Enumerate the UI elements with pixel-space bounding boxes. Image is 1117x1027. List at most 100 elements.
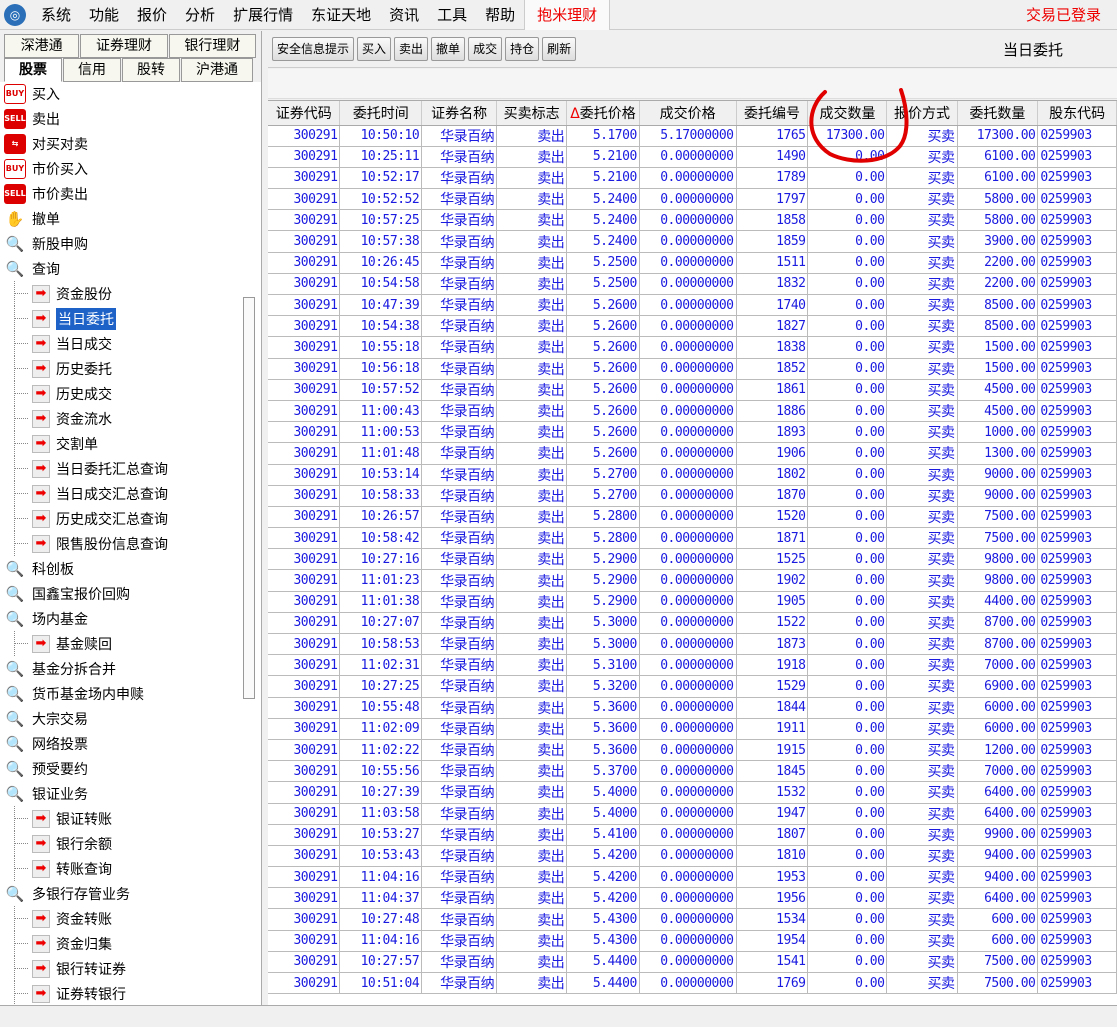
column-header[interactable]: 成交数量 <box>807 101 888 126</box>
table-row[interactable]: 300291 10:27:07 华录百纳 卖出 5.3000 0.00000000 1522… <box>268 612 1117 635</box>
table-row[interactable]: 300291 10:53:14 华录百纳 卖出 5.2700 0.00000000 1802… <box>268 464 1117 486</box>
sidebar-item[interactable]: ✋ 撤单 <box>0 206 240 231</box>
column-header[interactable]: 证券名称 <box>421 101 498 126</box>
table-row[interactable]: 300291 11:00:53 华录百纳 卖出 5.2600 0.00000000 1893… <box>268 421 1117 444</box>
table-row[interactable]: 300291 10:27:39 华录百纳 卖出 5.4000 0.00000000 1532… <box>268 781 1117 804</box>
sidebar-item[interactable]: ➡ 基金赎回 <box>0 631 240 656</box>
sidebar-tab[interactable]: 证券理财 <box>80 34 168 58</box>
sidebar-tab[interactable]: 信用 <box>63 58 121 82</box>
toolbar-button[interactable]: 买入 <box>357 37 392 61</box>
sidebar-item[interactable]: ⇆ 对买对卖 <box>0 131 240 156</box>
menu-item[interactable]: 帮助 <box>476 4 524 25</box>
table-row[interactable]: 300291 10:50:10 华录百纳 卖出 5.1700 5.17000000 1765… <box>268 125 1117 147</box>
table-row[interactable]: 300291 10:57:52 华录百纳 卖出 5.2600 0.00000000 1861… <box>268 379 1117 401</box>
table-row[interactable]: 300291 10:27:48 华录百纳 卖出 5.4300 0.00000000 1534… <box>268 908 1117 931</box>
toolbar-button[interactable]: 刷新 <box>542 37 577 61</box>
sidebar-item[interactable]: SELL 市价卖出 <box>0 181 240 206</box>
table-row[interactable]: 300291 10:52:17 华录百纳 卖出 5.2100 0.00000000 1789… <box>268 167 1117 190</box>
menu-item[interactable]: 功能 <box>80 4 128 25</box>
sidebar-item[interactable]: ➡ 限售股份信息查询 <box>0 531 240 556</box>
column-header[interactable]: 报价方式 <box>886 101 958 126</box>
table-row[interactable]: 300291 10:27:25 华录百纳 卖出 5.3200 0.00000000 1529… <box>268 675 1117 698</box>
table-row[interactable]: 300291 10:53:27 华录百纳 卖出 5.4100 0.00000000 1807… <box>268 824 1117 846</box>
table-row[interactable]: 300291 10:26:45 华录百纳 卖出 5.2500 0.00000000 1511… <box>268 252 1117 274</box>
table-row[interactable]: 300291 10:55:48 华录百纳 卖出 5.3600 0.00000000 1844… <box>268 697 1117 719</box>
sidebar-item[interactable]: 🔍 国鑫宝报价回购 <box>0 581 240 606</box>
table-row[interactable]: 300291 11:04:16 华录百纳 卖出 5.4200 0.00000000 1953… <box>268 866 1117 889</box>
scrollbar-thumb[interactable] <box>243 297 255 699</box>
sidebar-scrollbar[interactable] <box>242 83 256 699</box>
column-header[interactable]: 买卖标志 <box>496 101 568 126</box>
toolbar-button[interactable]: 卖出 <box>394 37 429 61</box>
table-row[interactable]: 300291 11:04:37 华录百纳 卖出 5.4200 0.00000000 1956… <box>268 887 1117 910</box>
table-row[interactable]: 300291 10:54:58 华录百纳 卖出 5.2500 0.00000000 1832… <box>268 273 1117 296</box>
table-row[interactable]: 300291 10:27:16 华录百纳 卖出 5.2900 0.00000000 1525… <box>268 548 1117 571</box>
sidebar-tab[interactable]: 深港通 <box>4 34 80 58</box>
menu-item[interactable]: 系统 <box>32 4 80 25</box>
menu-item[interactable]: 资讯 <box>380 4 428 25</box>
sidebar-item[interactable]: ➡ 交割单 <box>0 431 240 456</box>
column-header[interactable]: 委托时间 <box>339 101 423 126</box>
sidebar-item[interactable]: ➡ 证券转银行 <box>0 981 240 1005</box>
table-row[interactable]: 300291 10:56:18 华录百纳 卖出 5.2600 0.00000000 1852… <box>268 358 1117 380</box>
table-row[interactable]: 300291 10:25:11 华录百纳 卖出 5.2100 0.00000000 1490… <box>268 146 1117 168</box>
column-header[interactable]: Δ委托价格 <box>566 101 640 126</box>
sidebar-item[interactable]: ➡ 资金流水 <box>0 406 240 431</box>
sidebar-item[interactable]: SELL 卖出 <box>0 106 240 131</box>
column-header[interactable]: 委托编号 <box>736 101 809 126</box>
toolbar-button[interactable]: 安全信息提示 <box>272 37 355 61</box>
table-row[interactable]: 300291 11:01:38 华录百纳 卖出 5.2900 0.00000000 1905… <box>268 591 1117 613</box>
sidebar-item[interactable]: 🔍 多银行存管业务 <box>0 881 240 906</box>
sidebar-tab[interactable]: 股票 <box>4 58 62 82</box>
table-row[interactable]: 300291 10:51:04 华录百纳 卖出 5.4400 0.00000000 1769… <box>268 972 1117 995</box>
sidebar-item[interactable]: 🔍 科创板 <box>0 556 240 581</box>
sidebar-item[interactable]: 🔍 大宗交易 <box>0 706 240 731</box>
sidebar-item[interactable]: 🔍 预受要约 <box>0 756 240 781</box>
sidebar-item[interactable]: ➡ 资金股份 <box>0 281 240 306</box>
table-row[interactable]: 300291 10:57:38 华录百纳 卖出 5.2400 0.00000000 1859… <box>268 230 1117 253</box>
sidebar-item[interactable]: ➡ 银证转账 <box>0 806 240 831</box>
table-row[interactable]: 300291 10:58:53 华录百纳 卖出 5.3000 0.00000000 1873… <box>268 633 1117 656</box>
sidebar-item[interactable]: BUY 市价买入 <box>0 156 240 181</box>
sidebar-item[interactable]: 🔍 新股申购 <box>0 231 240 256</box>
table-row[interactable]: 300291 10:26:57 华录百纳 卖出 5.2800 0.00000000 1520… <box>268 506 1117 529</box>
table-row[interactable]: 300291 11:03:58 华录百纳 卖出 5.4000 0.00000000 1947… <box>268 803 1117 825</box>
table-row[interactable]: 300291 10:54:38 华录百纳 卖出 5.2600 0.00000000 1827… <box>268 315 1117 338</box>
table-row[interactable]: 300291 10:47:39 华录百纳 卖出 5.2600 0.00000000 1740… <box>268 294 1117 317</box>
sidebar-item[interactable]: ➡ 当日成交汇总查询 <box>0 481 240 506</box>
table-row[interactable]: 300291 11:01:23 华录百纳 卖出 5.2900 0.00000000 1902… <box>268 569 1117 592</box>
sidebar-item[interactable]: 🔍 查询 <box>0 256 240 281</box>
menu-item[interactable]: 报价 <box>128 4 176 25</box>
menu-item[interactable]: 分析 <box>176 4 224 25</box>
sidebar-item[interactable]: ➡ 银行余额 <box>0 831 240 856</box>
table-row[interactable]: 300291 10:52:52 华录百纳 卖出 5.2400 0.00000000 1797… <box>268 188 1117 211</box>
menu-item[interactable]: 工具 <box>428 4 476 25</box>
sidebar-item[interactable]: ➡ 资金归集 <box>0 931 240 956</box>
table-row[interactable]: 300291 10:27:57 华录百纳 卖出 5.4400 0.00000000 1541… <box>268 951 1117 974</box>
table-row[interactable]: 300291 10:57:25 华录百纳 卖出 5.2400 0.00000000 1858… <box>268 209 1117 232</box>
sidebar-item[interactable]: 🔍 场内基金 <box>0 606 240 631</box>
sidebar-item[interactable]: 🔍 货币基金场内申赎 <box>0 681 240 706</box>
sidebar-item[interactable]: ➡ 当日成交 <box>0 331 240 356</box>
column-header[interactable]: 股东代码 <box>1037 101 1117 126</box>
table-row[interactable]: 300291 10:53:43 华录百纳 卖出 5.4200 0.00000000 1810… <box>268 845 1117 868</box>
sidebar-item[interactable]: 🔍 网络投票 <box>0 731 240 756</box>
table-row[interactable]: 300291 11:02:31 华录百纳 卖出 5.3100 0.00000000 1918… <box>268 654 1117 677</box>
sidebar-item[interactable]: 🔍 银证业务 <box>0 781 240 806</box>
table-row[interactable]: 300291 10:55:56 华录百纳 卖出 5.3700 0.00000000 1845… <box>268 760 1117 783</box>
sidebar-item[interactable]: ➡ 银行转证券 <box>0 956 240 981</box>
sidebar-item[interactable]: ➡ 当日委托汇总查询 <box>0 456 240 481</box>
toolbar-button[interactable]: 成交 <box>468 37 503 61</box>
menu-item-baomi[interactable]: 抱米理财 <box>524 0 611 30</box>
sidebar-item[interactable]: BUY 买入 <box>0 81 240 106</box>
table-row[interactable]: 300291 11:02:22 华录百纳 卖出 5.3600 0.00000000 1915… <box>268 739 1117 762</box>
sidebar-item[interactable]: ➡ 资金转账 <box>0 906 240 931</box>
menu-item[interactable]: 东证天地 <box>302 4 380 25</box>
sidebar-item[interactable]: ➡ 历史成交 <box>0 381 240 406</box>
table-row[interactable]: 300291 10:58:33 华录百纳 卖出 5.2700 0.00000000 1870… <box>268 485 1117 507</box>
table-row[interactable]: 300291 11:01:48 华录百纳 卖出 5.2600 0.00000000 1906… <box>268 442 1117 465</box>
column-header[interactable]: 委托数量 <box>957 101 1039 126</box>
sidebar-tab[interactable]: 沪港通 <box>181 58 253 82</box>
sidebar-tab[interactable]: 股转 <box>122 58 180 82</box>
column-header[interactable]: 成交价格 <box>639 101 737 126</box>
